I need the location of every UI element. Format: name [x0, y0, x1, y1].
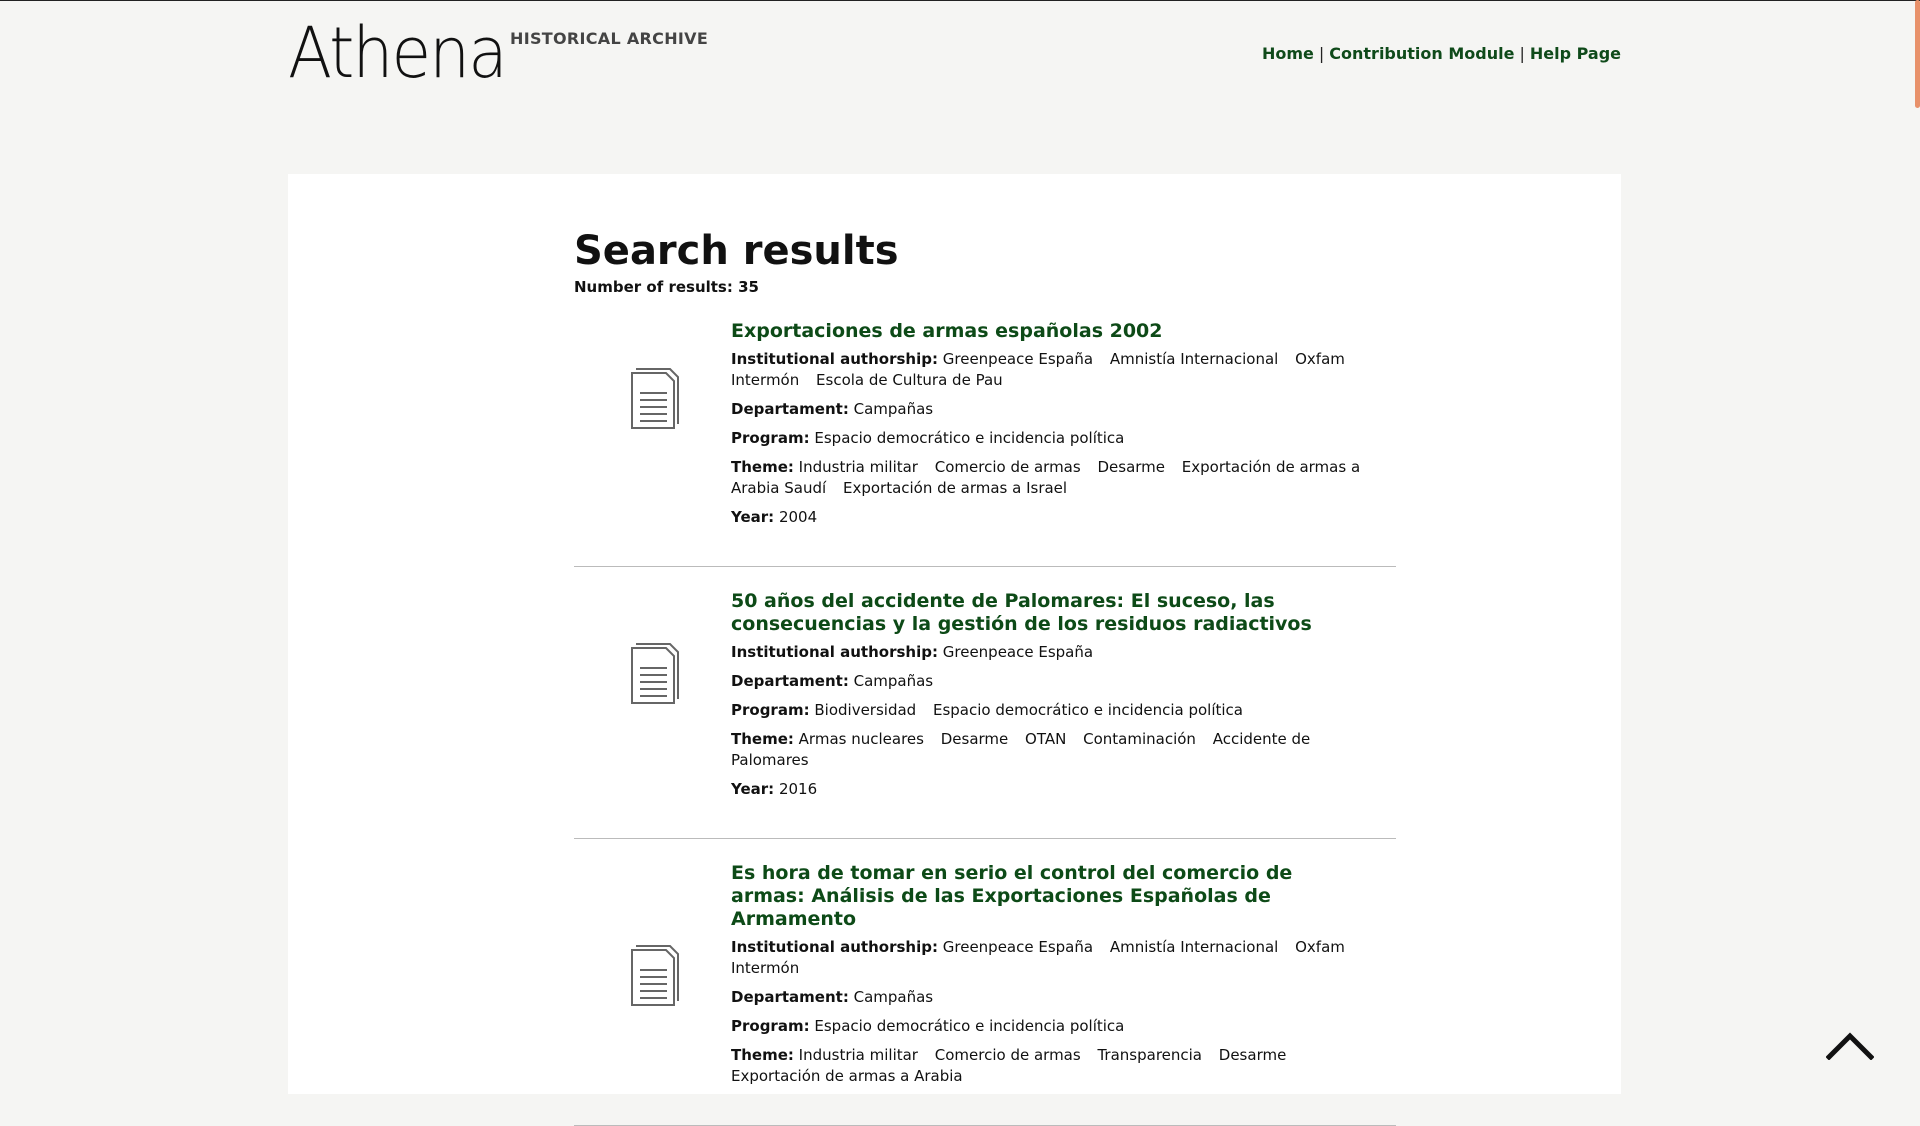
year-field: Year: 2016 — [731, 779, 1361, 800]
scrollbar-thumb[interactable] — [1915, 0, 1920, 108]
authorship-value: Amnistía Internacional — [1109, 350, 1279, 368]
field-label: Year: — [731, 780, 775, 798]
department-value: Campañas — [853, 400, 934, 418]
field-label: Program: — [731, 429, 810, 447]
archive-label: HISTORICAL ARCHIVE — [510, 29, 709, 48]
field-label: Institutional authorship: — [731, 350, 938, 368]
page-title: Search results — [574, 228, 899, 274]
field-label: Departament: — [731, 400, 849, 418]
chevron-up-icon[interactable] — [1826, 1030, 1874, 1060]
theme-value: Desarme — [1097, 458, 1165, 476]
authorship-value: Greenpeace España — [942, 350, 1094, 368]
nav-help-link[interactable]: Help Page — [1530, 44, 1621, 63]
authorship-value: Escola de Cultura de Pau — [816, 371, 1003, 389]
authorship-field: Institutional authorship: Greenpeace Esp… — [731, 349, 1361, 391]
authorship-value: Greenpeace España — [942, 643, 1094, 661]
top-nav: Home | Contribution Module | Help Page — [1262, 44, 1621, 63]
result-info: Es hora de tomar en serio el control del… — [731, 862, 1361, 1087]
authorship-value: Amnistía Internacional — [1109, 938, 1279, 956]
authorship-field: Institutional authorship: Greenpeace Esp… — [731, 937, 1361, 979]
result-item: 50 años del accidente de Palomares: El s… — [574, 567, 1396, 839]
program-value: Espacio democrático e incidencia polític… — [932, 701, 1243, 719]
result-info: Exportaciones de armas españolas 2002 Ins… — [731, 320, 1361, 528]
nav-separator: | — [1318, 44, 1325, 63]
theme-field: Theme: Industria militar Comercio de arm… — [731, 1045, 1361, 1087]
theme-value: Exportación de armas a Arabia — [731, 1067, 963, 1085]
year-value: 2016 — [778, 780, 818, 798]
results-panel: Search results Number of results: 35 Exp… — [288, 174, 1621, 1126]
program-field: Program: Espacio democrático e incidenci… — [731, 428, 1361, 449]
nav-separator: | — [1519, 44, 1525, 63]
year-field: Year: 2004 — [731, 507, 1361, 528]
theme-value: Desarme — [1218, 1046, 1287, 1064]
field-label: Program: — [731, 1017, 810, 1035]
program-value: Biodiversidad — [814, 701, 917, 719]
department-value: Campañas — [853, 672, 934, 690]
theme-value: Exportación de armas a Israel — [842, 479, 1068, 497]
field-label: Departament: — [731, 988, 849, 1006]
theme-value: Contaminación — [1083, 730, 1196, 748]
results-list: Exportaciones de armas españolas 2002 Ins… — [574, 296, 1396, 1126]
theme-value: Armas nucleares — [798, 730, 924, 748]
department-field: Departament: Campañas — [731, 399, 1361, 420]
theme-value: Desarme — [940, 730, 1009, 748]
theme-value: Industria militar — [798, 458, 918, 476]
field-label: Theme: — [731, 1046, 794, 1064]
field-label: Institutional authorship: — [731, 938, 938, 956]
authorship-value: Greenpeace España — [942, 938, 1094, 956]
field-label: Institutional authorship: — [731, 643, 938, 661]
field-label: Year: — [731, 508, 775, 526]
authorship-field: Institutional authorship: Greenpeace Esp… — [731, 642, 1361, 663]
program-field: Program: Espacio democrático e incidenci… — [731, 1016, 1361, 1037]
nav-home-link[interactable]: Home — [1262, 44, 1314, 63]
result-info: 50 años del accidente de Palomares: El s… — [731, 590, 1361, 800]
program-value: Espacio democrático e incidencia polític… — [814, 1017, 1125, 1035]
field-label: Program: — [731, 701, 810, 719]
theme-value: Comercio de armas — [934, 1046, 1081, 1064]
department-value: Campañas — [853, 988, 934, 1006]
department-field: Departament: Campañas — [731, 987, 1361, 1008]
theme-field: Theme: Industria militar Comercio de arm… — [731, 457, 1361, 499]
theme-field: Theme: Armas nucleares Desarme OTAN Cont… — [731, 729, 1361, 771]
field-label: Theme: — [731, 730, 794, 748]
result-title-link[interactable]: Es hora de tomar en serio el control del… — [731, 862, 1361, 931]
theme-value: Transparencia — [1097, 1046, 1202, 1064]
result-item: Es hora de tomar en serio el control del… — [574, 839, 1396, 1126]
results-count: Number of results: 35 — [574, 278, 759, 296]
field-label: Departament: — [731, 672, 849, 690]
document-icon[interactable] — [630, 641, 680, 705]
program-field: Program: Biodiversidad Espacio democráti… — [731, 700, 1361, 721]
field-label: Theme: — [731, 458, 794, 476]
result-title-link[interactable]: 50 años del accidente de Palomares: El s… — [731, 590, 1361, 636]
nav-contribution-link[interactable]: Contribution Module — [1329, 44, 1514, 63]
department-field: Departament: Campañas — [731, 671, 1361, 692]
result-title-link[interactable]: Exportaciones de armas españolas 2002 — [731, 320, 1361, 343]
theme-value: Industria militar — [798, 1046, 918, 1064]
results-content: Search results Number of results: 35 Exp… — [574, 228, 1396, 1126]
year-value: 2004 — [778, 508, 818, 526]
site-header: Athena HISTORICAL ARCHIVE Home | Contribut… — [288, 0, 1621, 140]
program-value: Espacio democrático e incidencia polític… — [814, 429, 1125, 447]
result-item: Exportaciones de armas españolas 2002 Ins… — [574, 296, 1396, 567]
theme-value: Comercio de armas — [934, 458, 1081, 476]
document-icon[interactable] — [630, 366, 680, 430]
document-icon[interactable] — [630, 943, 680, 1007]
athena-logo[interactable]: Athena — [288, 12, 508, 94]
theme-value: OTAN — [1025, 730, 1067, 748]
